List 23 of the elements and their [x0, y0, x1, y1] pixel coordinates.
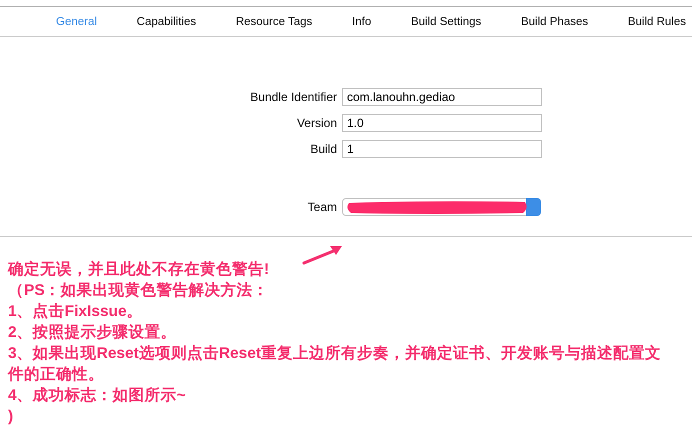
tab[interactable]: Info [352, 16, 372, 28]
annotation-text: 4、成功标志：如图所示~ [8, 386, 187, 406]
text-field[interactable]: com.lanouhn.gediao [342, 88, 542, 106]
tab[interactable]: Resource Tags [236, 16, 312, 28]
field-label: Version [296, 116, 337, 130]
tab[interactable]: Build Rules [628, 16, 686, 28]
annotation-text: 2、按照提示步骤设置。 [8, 323, 178, 343]
text-field[interactable]: 1 [342, 140, 542, 158]
tab[interactable]: Build Settings [410, 16, 482, 28]
annotation-text: 3、如果出现Reset选项则点击Reset重复上边所有步奏，并确定证书、开发账号与描述配置文件的正确性。 [8, 344, 662, 385]
annotation-text: 确定无误，并且此处不存在黄色警告! [8, 260, 270, 280]
field-label: Bundle Identifier [249, 90, 337, 104]
field-label: Build [309, 142, 337, 156]
stepper-icon [526, 198, 541, 216]
tab[interactable]: Build Phases [520, 16, 588, 28]
arrow-icon [302, 243, 344, 265]
tab[interactable]: Capabilities [136, 16, 196, 28]
text-field[interactable]: 1.0 [342, 114, 542, 132]
annotation-text: 1、点击FixIssue。 [8, 302, 144, 322]
annotation-text: ) [8, 407, 14, 427]
field-label: Team [306, 200, 337, 214]
team-popup[interactable] [342, 198, 541, 216]
annotation-text: （PS：如果出现黄色警告解决方法： [8, 280, 270, 301]
